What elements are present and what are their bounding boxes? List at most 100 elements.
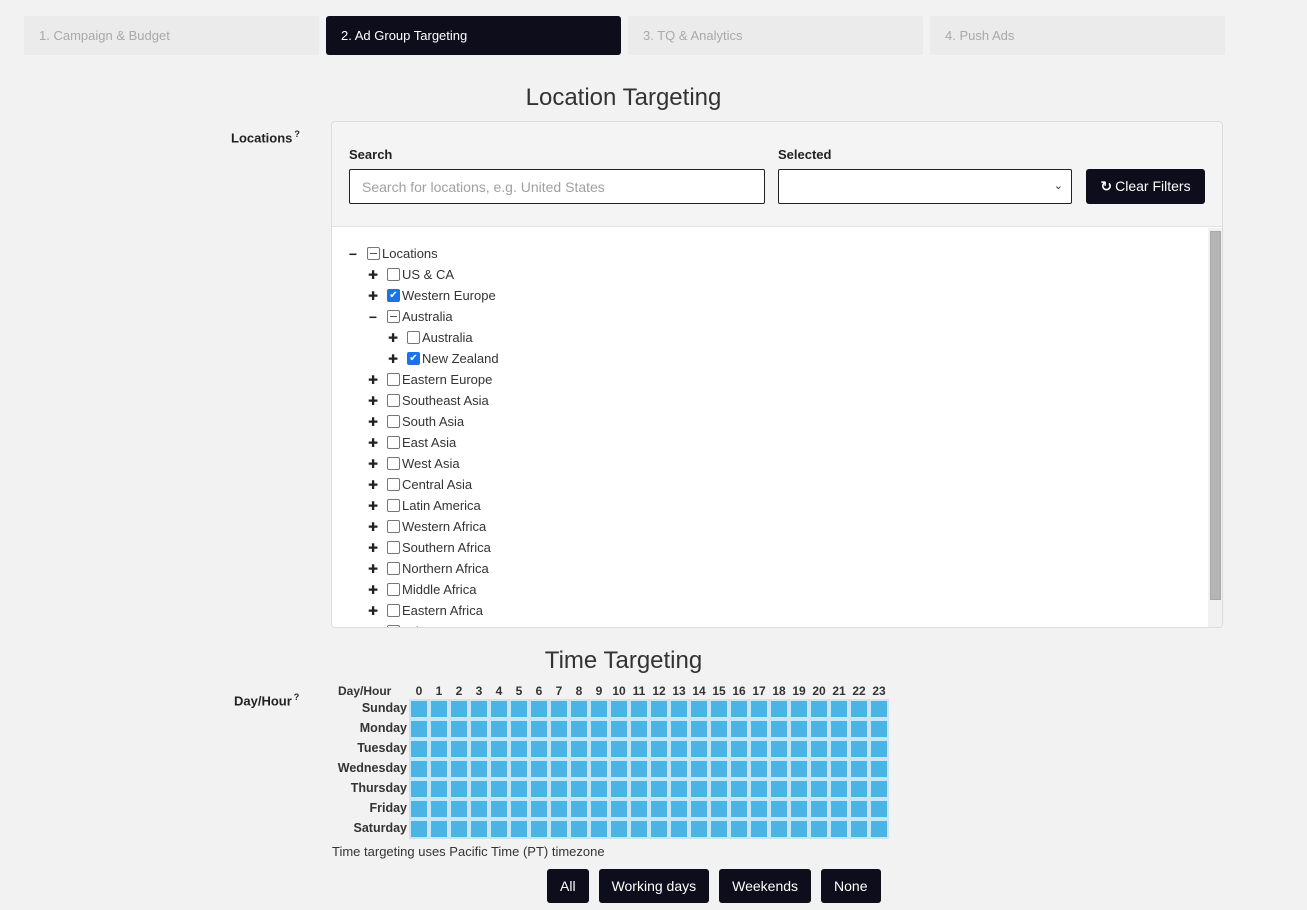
time-cell[interactable] [829,819,849,839]
time-cell[interactable] [509,759,529,779]
selected-locations-select[interactable]: ⌄ [778,169,1072,204]
tree-checkbox[interactable] [387,562,400,575]
tree-item[interactable]: ✚ Australia [387,327,473,348]
time-cell[interactable] [689,719,709,739]
time-cell[interactable] [529,699,549,719]
time-cell[interactable] [409,699,429,719]
hour-header[interactable]: 1 [429,684,449,698]
time-cell[interactable] [769,759,789,779]
hour-header[interactable]: 2 [449,684,469,698]
time-cell[interactable] [429,799,449,819]
time-cell[interactable] [569,699,589,719]
time-cell[interactable] [629,799,649,819]
time-cell[interactable] [769,719,789,739]
time-cell[interactable] [729,699,749,719]
time-cell[interactable] [849,739,869,759]
time-cell[interactable] [789,739,809,759]
expand-icon[interactable]: ✚ [367,500,379,512]
time-cell[interactable] [669,819,689,839]
time-cell[interactable] [489,699,509,719]
time-cell[interactable] [469,779,489,799]
tree-item[interactable]: − Australia [367,306,453,327]
time-cell[interactable] [449,799,469,819]
time-cell[interactable] [609,759,629,779]
time-cell[interactable] [429,739,449,759]
time-cell[interactable] [509,779,529,799]
time-cell[interactable] [409,799,429,819]
time-cell[interactable] [829,719,849,739]
time-cell[interactable] [669,799,689,819]
hour-header[interactable]: 22 [849,684,869,698]
time-cell[interactable] [489,739,509,759]
hour-header[interactable]: 0 [409,684,429,698]
time-cell[interactable] [849,819,869,839]
tree-item[interactable]: ✚ Southern Africa [367,537,491,558]
time-cell[interactable] [469,819,489,839]
time-cell[interactable] [869,699,889,719]
time-cell[interactable] [529,759,549,779]
time-cell[interactable] [569,739,589,759]
hour-header[interactable]: 17 [749,684,769,698]
time-cell[interactable] [529,739,549,759]
time-cell[interactable] [589,699,609,719]
time-cell[interactable] [809,699,829,719]
day-label[interactable]: Monday [332,721,407,735]
tree-checkbox[interactable] [387,499,400,512]
expand-icon[interactable]: ✚ [387,332,399,344]
day-label[interactable]: Thursday [332,781,407,795]
time-cell[interactable] [649,719,669,739]
expand-icon[interactable]: ✚ [367,290,379,302]
time-cell[interactable] [529,779,549,799]
time-cell[interactable] [829,739,849,759]
time-cell[interactable] [769,779,789,799]
hour-header[interactable]: 3 [469,684,489,698]
time-cell[interactable] [609,819,629,839]
tree-item[interactable]: ✚ South Asia [367,411,464,432]
tree-checkbox[interactable]: ✔ [407,352,420,365]
time-cell[interactable] [789,759,809,779]
tree-item[interactable]: ✚ Northern Africa [367,558,489,579]
expand-icon[interactable]: ✚ [367,605,379,617]
tree-item[interactable]: ✚ Western Africa [367,516,486,537]
expand-icon[interactable]: ✚ [367,458,379,470]
tree-item[interactable]: ✚ Latin America [367,495,481,516]
clear-filters-button[interactable]: ↻ Clear Filters [1086,169,1205,204]
expand-icon[interactable]: ✚ [367,521,379,533]
time-cell[interactable] [549,739,569,759]
tree-checkbox[interactable] [387,520,400,533]
tree-item[interactable]: ✚ Central Asia [367,474,472,495]
time-cell[interactable] [869,819,889,839]
time-cell[interactable] [709,739,729,759]
tree-checkbox[interactable] [387,310,400,323]
time-cell[interactable] [409,779,429,799]
weekends-button[interactable]: Weekends [719,869,812,903]
time-cell[interactable] [429,719,449,739]
time-cell[interactable] [689,799,709,819]
expand-icon[interactable]: ✚ [367,269,379,281]
time-cell[interactable] [729,819,749,839]
time-cell[interactable] [569,779,589,799]
time-cell[interactable] [809,759,829,779]
time-cell[interactable] [649,799,669,819]
tree-checkbox[interactable] [367,247,380,260]
hour-header[interactable]: 23 [869,684,889,698]
expand-icon[interactable]: ✚ [367,563,379,575]
tree-checkbox[interactable] [387,604,400,617]
time-cell[interactable] [729,719,749,739]
time-cell[interactable] [809,819,829,839]
expand-icon[interactable]: ✚ [367,542,379,554]
time-cell[interactable] [749,779,769,799]
time-cell[interactable] [729,739,749,759]
scrollbar-thumb[interactable] [1210,231,1221,600]
time-cell[interactable] [469,739,489,759]
hour-header[interactable]: 13 [669,684,689,698]
hour-header[interactable]: 18 [769,684,789,698]
time-cell[interactable] [549,719,569,739]
collapse-icon[interactable]: − [367,310,379,324]
time-cell[interactable] [629,719,649,739]
time-cell[interactable] [789,699,809,719]
time-cell[interactable] [449,759,469,779]
tree-checkbox[interactable] [387,415,400,428]
tree-scrollbar[interactable] [1208,228,1222,627]
time-cell[interactable] [769,819,789,839]
